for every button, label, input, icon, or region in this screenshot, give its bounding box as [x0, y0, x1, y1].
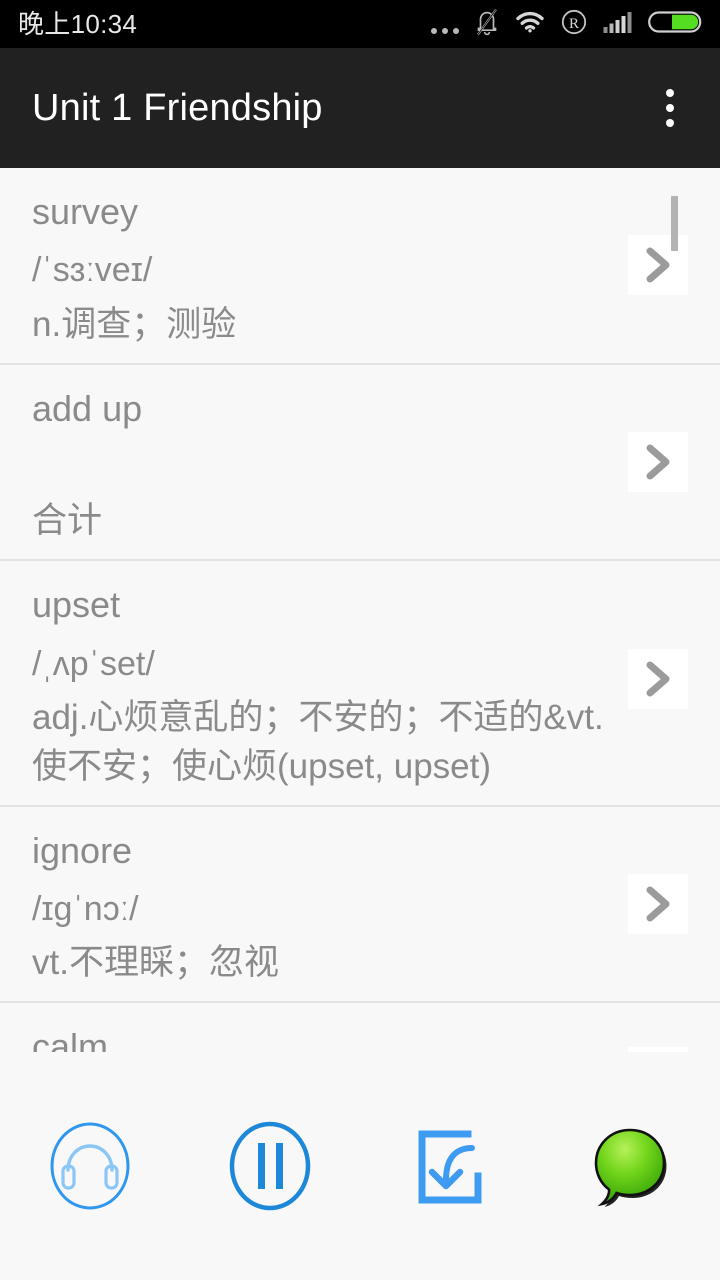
status-clock: 晚上10:34	[18, 9, 138, 39]
word-meaning: n.调查；测验	[32, 304, 237, 344]
battery-icon	[648, 8, 704, 41]
wifi-icon	[515, 10, 545, 39]
import-button[interactable]	[360, 1052, 540, 1280]
list-item[interactable]: calm	[0, 1001, 720, 1052]
list-item[interactable]: ignore /ɪgˈnɔː/ vt.不理睬；忽视	[0, 804, 720, 1002]
word-meaning: adj.心烦意乱的；不安的；不适的&vt.使不安；使心烦(upset, upse…	[32, 697, 604, 786]
word-meaning: vt.不理睬；忽视	[32, 943, 279, 983]
word-phonetic	[32, 439, 620, 496]
open-word-chevron-icon[interactable]	[628, 235, 688, 296]
status-bar: 晚上10:34 R	[0, 0, 720, 48]
bell-muted-icon	[474, 8, 500, 41]
word-headword: ignore	[32, 829, 133, 871]
page-title: Unit 1 Friendship	[32, 87, 323, 129]
list-item[interactable]: add up 合计	[0, 362, 720, 559]
word-phonetic: /ˈsɜːveɪ/	[32, 251, 153, 290]
overflow-dot-icon	[666, 119, 674, 127]
word-headword: calm	[32, 1026, 109, 1052]
signal-bars-icon	[603, 10, 633, 39]
svg-text:R: R	[569, 16, 579, 32]
word-phonetic: /ˌʌpˈset/	[32, 644, 155, 683]
list-scrollbar-thumb[interactable]	[671, 196, 678, 251]
headphones-icon	[50, 1122, 130, 1210]
word-headword: add up	[32, 387, 143, 429]
open-word-chevron-icon[interactable]	[628, 431, 688, 492]
open-word-chevron-icon[interactable]	[628, 873, 688, 934]
chat-button[interactable]	[540, 1052, 720, 1280]
word-meaning: 合计	[32, 501, 103, 541]
overflow-menu-button[interactable]	[642, 71, 698, 145]
pause-button[interactable]	[180, 1052, 360, 1280]
list-item[interactable]: survey /ˈsɜːveɪ/ n.调查；测验	[0, 168, 720, 363]
open-word-chevron-icon[interactable]	[628, 649, 688, 710]
list-item[interactable]: upset /ˌʌpˈset/ adj.心烦意乱的；不安的；不适的&vt.使不安…	[0, 559, 720, 805]
overflow-dot-icon	[666, 89, 674, 97]
action-bar: Unit 1 Friendship	[0, 48, 720, 168]
status-icon-tray: R	[431, 8, 704, 41]
word-headword: survey	[32, 191, 139, 232]
pause-icon	[229, 1121, 311, 1211]
headphones-button[interactable]	[0, 1052, 180, 1280]
roaming-icon: R	[560, 8, 588, 41]
overflow-dot-icon	[666, 104, 674, 112]
word-headword: upset	[32, 584, 121, 626]
word-list[interactable]: survey /ˈsɜːveɪ/ n.调查；测验 add up 合计 upset…	[0, 168, 720, 1052]
import-download-icon	[418, 1130, 482, 1204]
speech-balloon-icon	[594, 1128, 667, 1207]
more-dots-icon	[431, 13, 459, 35]
bottom-toolbar	[0, 1052, 720, 1280]
word-phonetic: /ɪgˈnɔː/	[32, 890, 139, 929]
